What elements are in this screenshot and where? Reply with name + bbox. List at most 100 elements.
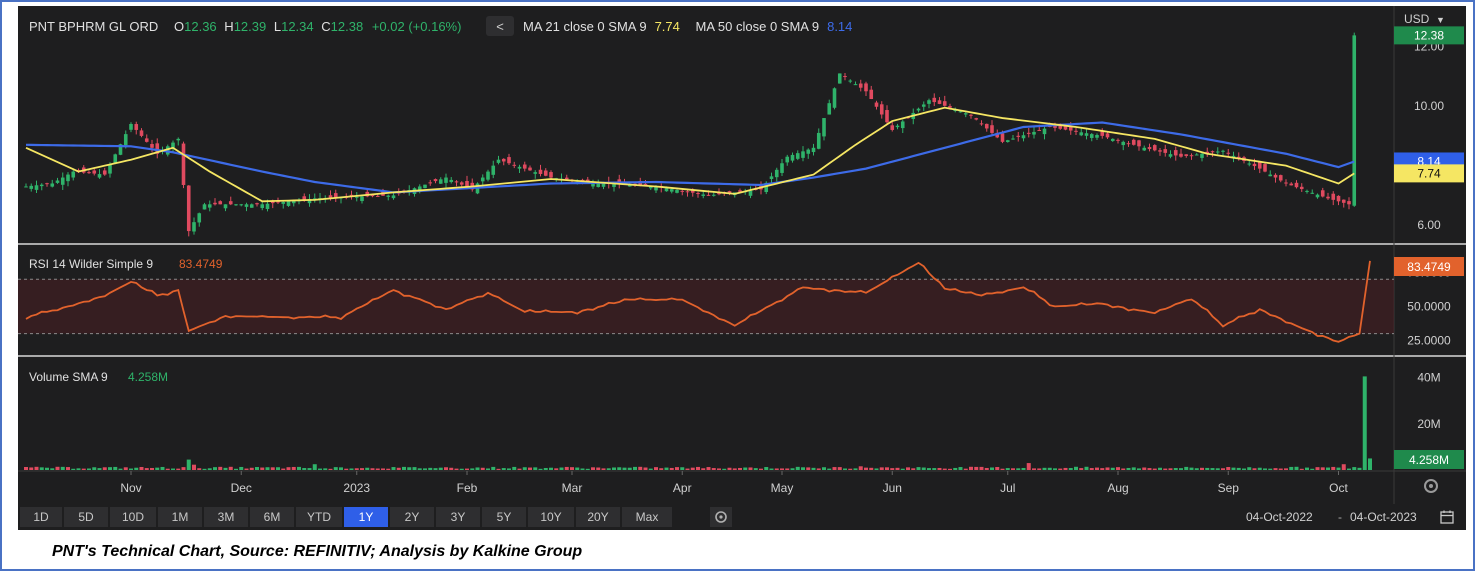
volume-bar <box>486 468 490 470</box>
volume-bar <box>890 468 895 470</box>
range-button-20y[interactable]: 20Y <box>576 507 620 527</box>
candle-body <box>1137 140 1141 147</box>
candle-body <box>748 190 753 196</box>
candle-body <box>66 174 70 182</box>
volume-tag-text: 4.258M <box>1409 453 1449 467</box>
volume-bar <box>953 467 958 470</box>
candle-body <box>459 182 464 185</box>
range-button-10d[interactable]: 10D <box>110 507 156 527</box>
volume-bar <box>81 468 86 470</box>
candle-body <box>1126 143 1131 145</box>
volume-bar <box>181 467 186 470</box>
volume-bar <box>885 467 889 470</box>
candle-body <box>932 97 937 103</box>
volume-bar <box>979 466 984 470</box>
candle-body <box>1026 132 1031 134</box>
range-button-max[interactable]: Max <box>622 507 672 527</box>
volume-bar <box>433 468 438 470</box>
volume-bar <box>895 467 900 470</box>
range-button-ytd[interactable]: YTD <box>296 507 342 527</box>
l-value: 12.34 <box>281 19 314 34</box>
volume-bar <box>207 468 212 470</box>
volume-bar <box>764 467 769 470</box>
candle-body <box>963 113 968 115</box>
volume-bar <box>717 468 721 470</box>
range-settings-button[interactable] <box>710 507 732 527</box>
volume-bar <box>528 467 532 470</box>
volume-bar <box>1173 468 1178 470</box>
volume-bar <box>1310 468 1315 470</box>
volume-bar <box>801 467 805 470</box>
volume-bar <box>543 467 548 470</box>
candle-body <box>1079 132 1084 136</box>
candle-body <box>1194 154 1199 156</box>
volume-bar <box>1184 466 1189 470</box>
range-button-5d[interactable]: 5D <box>64 507 108 527</box>
volume-bar <box>223 467 228 470</box>
candle-body <box>1257 161 1262 169</box>
candle-body <box>45 183 49 185</box>
candle-body <box>496 159 501 163</box>
volume-bar <box>575 467 580 470</box>
date-range-picker[interactable]: 04-Oct-2022 - 04-Oct-2023 <box>1240 506 1466 528</box>
h-label: H <box>224 19 233 34</box>
candle-body <box>1252 163 1257 167</box>
candle-body <box>1011 138 1015 140</box>
range-button-5y[interactable]: 5Y <box>482 507 526 527</box>
volume-bar <box>1278 468 1283 470</box>
candle-body <box>39 184 44 187</box>
volume-bar <box>291 466 296 470</box>
volume-bar <box>1331 466 1336 470</box>
range-button-3m[interactable]: 3M <box>204 507 248 527</box>
volume-bar <box>643 467 648 470</box>
range-button-10y[interactable]: 10Y <box>528 507 574 527</box>
candle-body <box>853 84 858 86</box>
range-button-2y[interactable]: 2Y <box>390 507 434 527</box>
candle-body <box>1226 152 1231 154</box>
range-button-6m[interactable]: 6M <box>250 507 294 527</box>
candle-body <box>234 204 238 206</box>
volume-bar <box>753 468 758 470</box>
candle-body <box>139 130 144 136</box>
volume-bar <box>995 467 1000 470</box>
volume-bar <box>480 467 485 470</box>
volume-bar <box>29 467 34 470</box>
volume-bar <box>1210 468 1215 470</box>
candle-body <box>1042 128 1047 135</box>
candle-body <box>1084 133 1089 136</box>
volume-bar <box>381 468 385 470</box>
candle-body <box>454 181 459 183</box>
volume-bar <box>570 467 574 470</box>
range-button-1m[interactable]: 1M <box>158 507 202 527</box>
candle-body <box>129 124 133 130</box>
candle-body <box>108 164 112 174</box>
time-tick-label: Sep <box>1218 481 1240 495</box>
currency-selector[interactable]: USD <box>1404 12 1430 26</box>
candle-body <box>60 177 65 185</box>
candle-body <box>1074 130 1078 132</box>
volume-axis-ticks: 40M 20M <box>1417 371 1440 431</box>
volume-bars <box>24 376 1372 470</box>
range-button-3y[interactable]: 3Y <box>436 507 480 527</box>
volume-bar <box>1142 467 1147 470</box>
candle-body <box>895 125 900 128</box>
candle-body <box>549 172 553 178</box>
candle-body <box>354 196 359 198</box>
candle-body <box>286 201 291 206</box>
volume-bar <box>559 467 564 470</box>
candle-body <box>34 185 39 190</box>
range-button-1y[interactable]: 1Y <box>344 507 388 527</box>
candle-body <box>885 110 889 123</box>
volume-bar <box>738 467 742 470</box>
candle-body <box>685 191 690 193</box>
range-button-1d[interactable]: 1D <box>20 507 62 527</box>
volume-bar <box>228 466 233 470</box>
gear-icon[interactable] <box>1424 479 1438 493</box>
calendar-icon[interactable] <box>1440 510 1454 524</box>
candle-body <box>228 201 233 205</box>
volume-bar <box>449 467 454 470</box>
volume-bar <box>39 467 44 470</box>
volume-bar <box>853 468 858 470</box>
volume-bar <box>612 467 616 470</box>
volume-bar <box>1163 468 1168 470</box>
